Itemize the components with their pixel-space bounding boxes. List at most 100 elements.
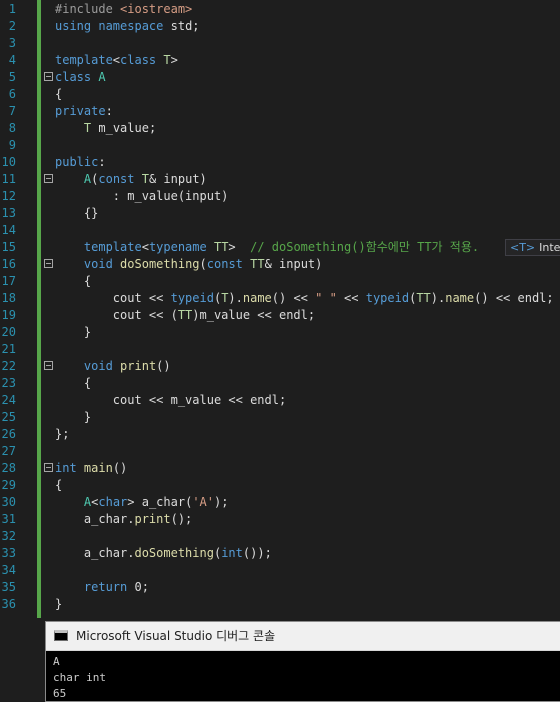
console-output: A char int 65 [53,655,106,700]
code-token: " " [315,291,337,305]
code-token: template [83,240,142,254]
collapse-icon[interactable] [44,259,53,268]
code-token: ). [430,291,446,305]
code-text: int main() [55,460,127,477]
code-line[interactable]: 9 [0,137,560,154]
line-number: 34 [1,563,16,577]
code-text: {} [55,205,98,222]
code-token: doSomething [120,257,200,271]
line-number: 14 [1,223,16,237]
code-line[interactable]: 25 } [0,409,560,426]
code-line[interactable]: 21 [0,341,560,358]
console-titlebar[interactable]: Microsoft Visual Studio 디버그 콘솔 [46,622,560,651]
code-token: }; [55,427,70,441]
code-token: m_value; [91,121,157,135]
code-text: cout << (TT)m_value << endl; [55,307,315,324]
code-line[interactable]: 12 : m_value(input) [0,188,560,205]
code-text: : m_value(input) [55,188,229,205]
code-line[interactable]: 2 using namespace std; [0,18,560,35]
code-token: doSomething [134,546,214,560]
code-line[interactable]: 6{ [0,86,560,103]
code-token: ()); [242,546,272,560]
code-line[interactable]: 16 void doSomething(const TT& input) [0,256,560,273]
code-line[interactable]: 18 cout << typeid(T).name() << " " << ty… [0,290,560,307]
code-line[interactable]: 10 public: [0,154,560,171]
code-token: (); [170,512,193,526]
code-editor[interactable]: 1 #include <iostream> 2 using namespace std… [0,0,560,618]
debug-console-window[interactable]: Microsoft Visual Studio 디버그 콘솔 A char in… [45,621,560,702]
code-line[interactable]: 23 { [0,375,560,392]
code-text: } [55,409,91,426]
code-token: ). [228,291,243,305]
collapse-icon[interactable] [44,463,53,472]
code-line[interactable]: 26}; [0,426,560,443]
code-token: T [141,172,149,186]
code-line[interactable]: 3 [0,35,560,52]
code-text: } [55,324,91,341]
code-text: { [55,273,91,290]
code-text: #include <iostream> [55,1,192,18]
code-line[interactable]: 19 cout << (TT)m_value << endl; [0,307,560,324]
code-line[interactable]: 20 } [0,324,560,341]
code-token: 'A' [192,495,214,509]
line-number: 7 [8,104,16,118]
collapse-icon[interactable] [44,174,53,183]
code-line[interactable]: 22 void print() [0,358,560,375]
code-token: const [206,257,243,271]
code-line[interactable]: 36} [0,596,560,613]
line-number: 9 [8,138,16,152]
code-token: : [105,104,113,118]
code-token: template [55,53,113,67]
code-token: { [55,478,63,492]
code-line[interactable]: 27 [0,443,560,460]
code-line[interactable]: 11 A(const T& input) [0,171,560,188]
code-line[interactable]: 32 [0,528,560,545]
code-line[interactable]: 17 { [0,273,560,290]
code-text: public: [55,154,106,171]
code-text: A<char> a_char('A'); [55,494,229,511]
code-text: T m_value; [55,120,156,137]
line-number: 27 [1,444,16,458]
collapse-icon[interactable] [44,361,53,370]
line-number: 30 [1,495,16,509]
intellisense-tooltip[interactable]: <T>Intel [505,239,560,256]
code-line[interactable]: 31 a_char.print(); [0,511,560,528]
code-token: } [55,325,92,339]
code-line[interactable]: 15 template<typename TT> // doSomething(… [0,239,560,256]
line-number: 12 [1,189,16,203]
code-line[interactable]: 33 a_char.doSomething(int()); [0,545,560,562]
code-line[interactable]: 7 private: [0,103,560,120]
code-line[interactable]: 8 T m_value; [0,120,560,137]
code-token: typeid [170,291,214,305]
line-number: 28 [1,461,16,475]
code-line[interactable]: 30 A<char> a_char('A'); [0,494,560,511]
line-number: 25 [1,410,16,424]
code-line[interactable]: 24 cout << m_value << endl; [0,392,560,409]
code-line[interactable]: 14 [0,222,560,239]
code-line[interactable]: 29 { [0,477,560,494]
code-token: public [55,155,99,169]
code-token: < [112,53,121,67]
code-token: () [156,359,171,373]
code-line[interactable]: 1 #include <iostream> [0,1,560,18]
code-token: () << endl; [474,291,554,305]
code-token: class [120,53,157,67]
code-token: cout << [55,291,171,305]
code-line[interactable]: 34 [0,562,560,579]
tooltip-text: Intel [539,241,560,254]
code-token: } [55,410,92,424]
code-text: using namespace std; [55,18,200,35]
code-line[interactable]: 4 template<class T> [0,52,560,69]
code-line[interactable]: 28 int main() [0,460,560,477]
line-number: 2 [8,19,16,33]
collapse-icon[interactable] [44,72,53,81]
code-line[interactable]: 13 {} [0,205,560,222]
code-token: TT [250,257,265,271]
code-line[interactable]: 35 return 0; [0,579,560,596]
code-token: & input) [264,257,323,271]
code-line[interactable]: 5 class A [0,69,560,86]
code-text: return 0; [55,579,149,596]
code-text: a_char.doSomething(int()); [55,545,272,562]
